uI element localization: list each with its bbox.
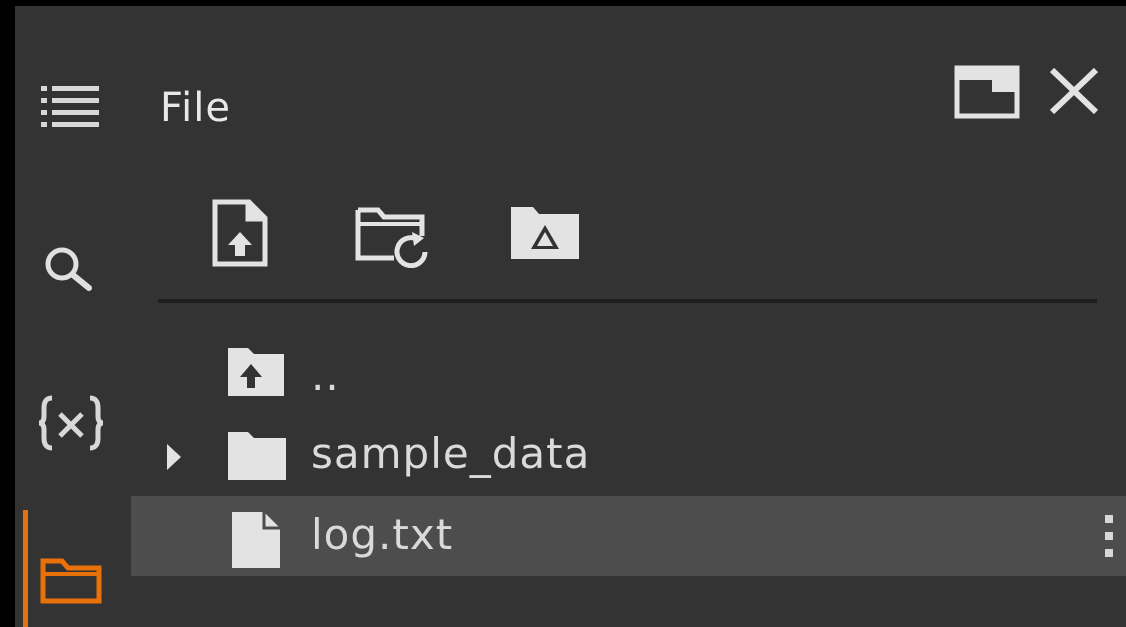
drive-folder-icon[interactable] bbox=[509, 205, 581, 261]
file-upload-icon[interactable] bbox=[211, 198, 269, 268]
folder-refresh-icon[interactable] bbox=[354, 206, 430, 268]
list-item-sample-data[interactable]: sample_data bbox=[131, 417, 1126, 497]
caret-right-icon[interactable] bbox=[165, 442, 183, 472]
window-icon[interactable] bbox=[954, 65, 1020, 119]
panel-title: File bbox=[160, 85, 231, 131]
list-item-parent[interactable]: .. bbox=[131, 342, 1126, 422]
search-icon[interactable] bbox=[43, 246, 95, 292]
active-tab-indicator bbox=[23, 510, 28, 627]
list-item-label: .. bbox=[311, 351, 340, 400]
variables-icon[interactable] bbox=[38, 394, 104, 452]
list-item-label: sample_data bbox=[311, 429, 591, 478]
list-item-log-txt[interactable]: log.txt bbox=[131, 496, 1126, 576]
file-panel-window: File .. sample_data log.txt bbox=[15, 6, 1126, 627]
file-icon bbox=[232, 512, 280, 568]
toolbar-divider bbox=[158, 299, 1097, 303]
list-item-label: log.txt bbox=[311, 510, 454, 559]
list-icon[interactable] bbox=[41, 86, 99, 128]
more-vert-icon[interactable] bbox=[1101, 512, 1117, 562]
folder-icon bbox=[228, 432, 286, 480]
close-icon[interactable] bbox=[1048, 66, 1100, 116]
parent-folder-icon bbox=[228, 348, 284, 396]
folder-icon[interactable] bbox=[40, 558, 102, 604]
